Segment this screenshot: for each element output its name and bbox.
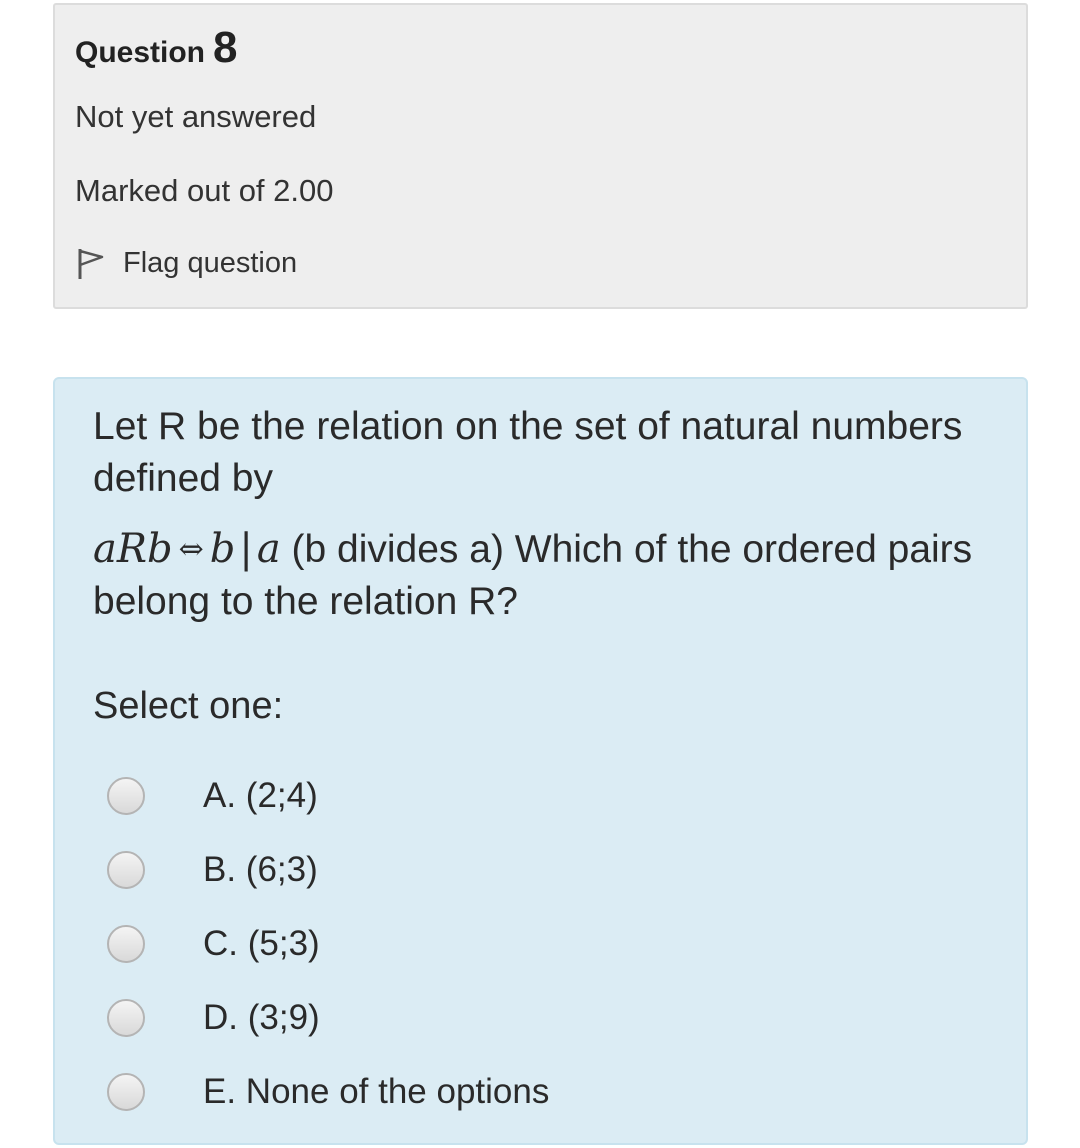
select-one-prompt: Select one: xyxy=(93,685,284,727)
answer-label-a: A. (2;4) xyxy=(203,776,318,815)
question-state: Not yet answered xyxy=(75,99,317,134)
answer-radio-a[interactable] xyxy=(107,777,145,815)
question-content-panel: Let R be the relation on the set of natu… xyxy=(53,377,1028,1145)
answer-label-d: D. (3;9) xyxy=(203,998,320,1037)
math-iff: ⇔ xyxy=(178,532,204,567)
math-lhs: aRb xyxy=(93,526,173,572)
math-a: a xyxy=(256,526,281,572)
answer-option-c[interactable]: C. (5;3) xyxy=(107,907,987,981)
answer-option-d[interactable]: D. (3;9) xyxy=(107,981,987,1055)
answer-radio-c[interactable] xyxy=(107,925,145,963)
answer-option-b[interactable]: B. (6;3) xyxy=(107,833,987,907)
flag-icon xyxy=(75,245,107,281)
flag-question-label: Flag question xyxy=(123,246,298,279)
question-title: Question 8 xyxy=(75,23,238,73)
flag-question-button[interactable]: Flag question xyxy=(75,245,297,281)
answer-label-c: C. (5;3) xyxy=(203,924,320,963)
answer-label-b: B. (6;3) xyxy=(203,850,318,889)
math-b: b xyxy=(209,526,236,572)
answer-option-e[interactable]: E. None of the options xyxy=(107,1055,987,1129)
question-text-body: aRb ⇔ b | a (b divides a) Which of the order… xyxy=(93,523,993,628)
question-label: Question xyxy=(75,36,206,69)
answer-radio-e[interactable] xyxy=(107,1073,145,1111)
answer-label-e: E. None of the options xyxy=(203,1072,550,1111)
answer-radio-b[interactable] xyxy=(107,851,145,889)
question-grade: Marked out of 2.00 xyxy=(75,173,334,208)
math-divides-bar: | xyxy=(239,526,253,572)
answer-radio-d[interactable] xyxy=(107,999,145,1037)
question-info-panel: Question 8 Not yet answered Marked out of… xyxy=(53,3,1028,309)
answer-options: A. (2;4) B. (6;3) C. (5;3) D. (3;9) E. N… xyxy=(107,759,987,1129)
answer-option-a[interactable]: A. (2;4) xyxy=(107,759,987,833)
question-text: Let R be the relation on the set of natu… xyxy=(93,401,993,646)
question-text-intro: Let R be the relation on the set of natu… xyxy=(93,405,963,500)
math-expression: aRb ⇔ b | a xyxy=(93,526,281,572)
question-number: 8 xyxy=(213,23,238,72)
